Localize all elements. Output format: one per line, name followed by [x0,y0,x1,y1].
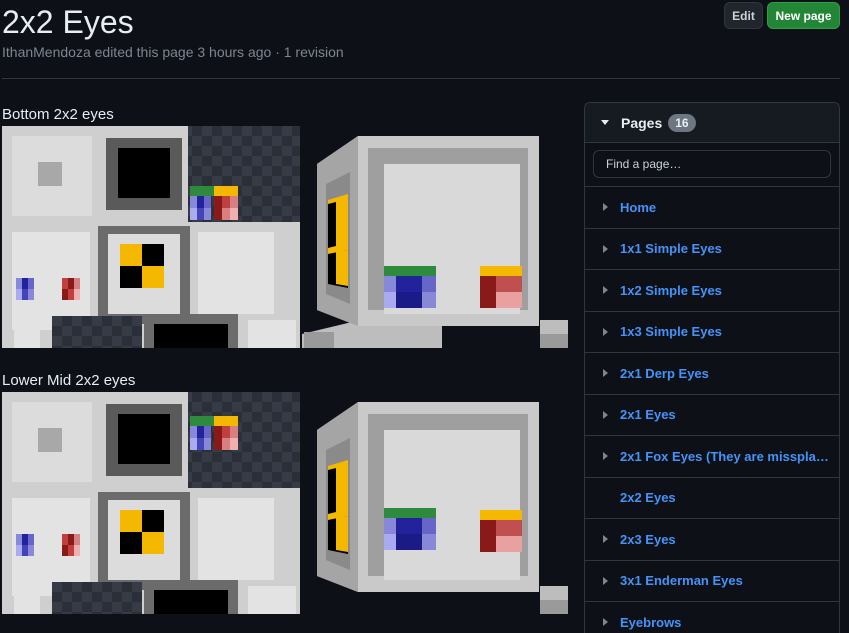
pages-header[interactable]: Pages 16 [585,103,839,143]
sidebar-item-label[interactable]: 2x1 Fox Eyes (They are missplac… [620,449,835,464]
sidebar-item-2x3-eyes[interactable]: 2x3 Eyes [585,519,839,561]
chevron-right-icon [603,327,608,336]
page-title: 2x2 Eyes [2,4,134,40]
section-image-lower-mid [2,392,568,614]
sidebar-item-3x1-enderman-eyes[interactable]: 3x1 Enderman Eyes [585,561,839,602]
sidebar-item-1x2-simple-eyes[interactable]: 1x2 Simple Eyes [585,270,839,312]
new-page-button[interactable]: New page [767,2,840,29]
sidebar-item-label[interactable]: 2x3 Eyes [620,532,835,547]
chevron-right-icon [603,410,608,419]
sidebar-item-1x1-simple-eyes[interactable]: 1x1 Simple Eyes [585,229,839,270]
find-page-input[interactable] [593,150,831,178]
chevron-right-icon [603,535,608,544]
section-title-lower-mid: Lower Mid 2x2 eyes [2,372,136,389]
sidebar-item-eyebrows[interactable]: Eyebrows [585,602,839,633]
sidebar-item-label[interactable]: Home [620,200,835,215]
sidebar-item-label[interactable]: 1x3 Simple Eyes [620,324,835,339]
chevron-right-icon [603,286,608,295]
sidebar-item-label[interactable]: 3x1 Enderman Eyes [620,573,835,588]
chevron-right-icon [603,576,608,585]
sidebar-item-2x1-derp-eyes[interactable]: 2x1 Derp Eyes [585,353,839,395]
sidebar-item-label[interactable]: 1x2 Simple Eyes [620,283,835,298]
sidebar-item-label[interactable]: 2x2 Eyes [620,490,835,505]
find-page-wrap [585,143,839,187]
pages-label: Pages [621,114,663,131]
chevron-right-icon [603,369,608,378]
chevron-right-icon [603,452,608,461]
sidebar-item-home[interactable]: Home [585,187,839,229]
sidebar-item-label[interactable]: 1x1 Simple Eyes [620,241,835,256]
sidebar-item-2x2-eyes[interactable]: 2x2 Eyes [585,478,839,519]
sidebar-item-label[interactable]: 2x1 Derp Eyes [620,366,835,381]
chevron-right-icon [603,244,608,253]
pages-sidebar: Pages 16 Home 1x1 Simple Eyes 1x2 Simple… [584,102,840,633]
chevron-right-icon [603,203,608,212]
sidebar-item-label[interactable]: 2x1 Eyes [620,407,835,422]
section-title-bottom: Bottom 2x2 eyes [2,106,114,123]
header-divider [2,78,840,79]
sidebar-item-2x1-eyes[interactable]: 2x1 Eyes [585,395,839,436]
sidebar-item-2x1-fox-eyes[interactable]: 2x1 Fox Eyes (They are missplac… [585,436,839,478]
sidebar-item-label[interactable]: Eyebrows [620,615,835,630]
pages-count-badge: 16 [668,113,696,132]
section-image-bottom [2,126,568,348]
sidebar-item-1x3-simple-eyes[interactable]: 1x3 Simple Eyes [585,312,839,353]
page-meta: IthanMendoza edited this page 3 hours ag… [2,44,344,60]
edit-button[interactable]: Edit [724,2,763,29]
caret-down-icon [601,120,609,125]
chevron-right-icon [603,618,608,627]
